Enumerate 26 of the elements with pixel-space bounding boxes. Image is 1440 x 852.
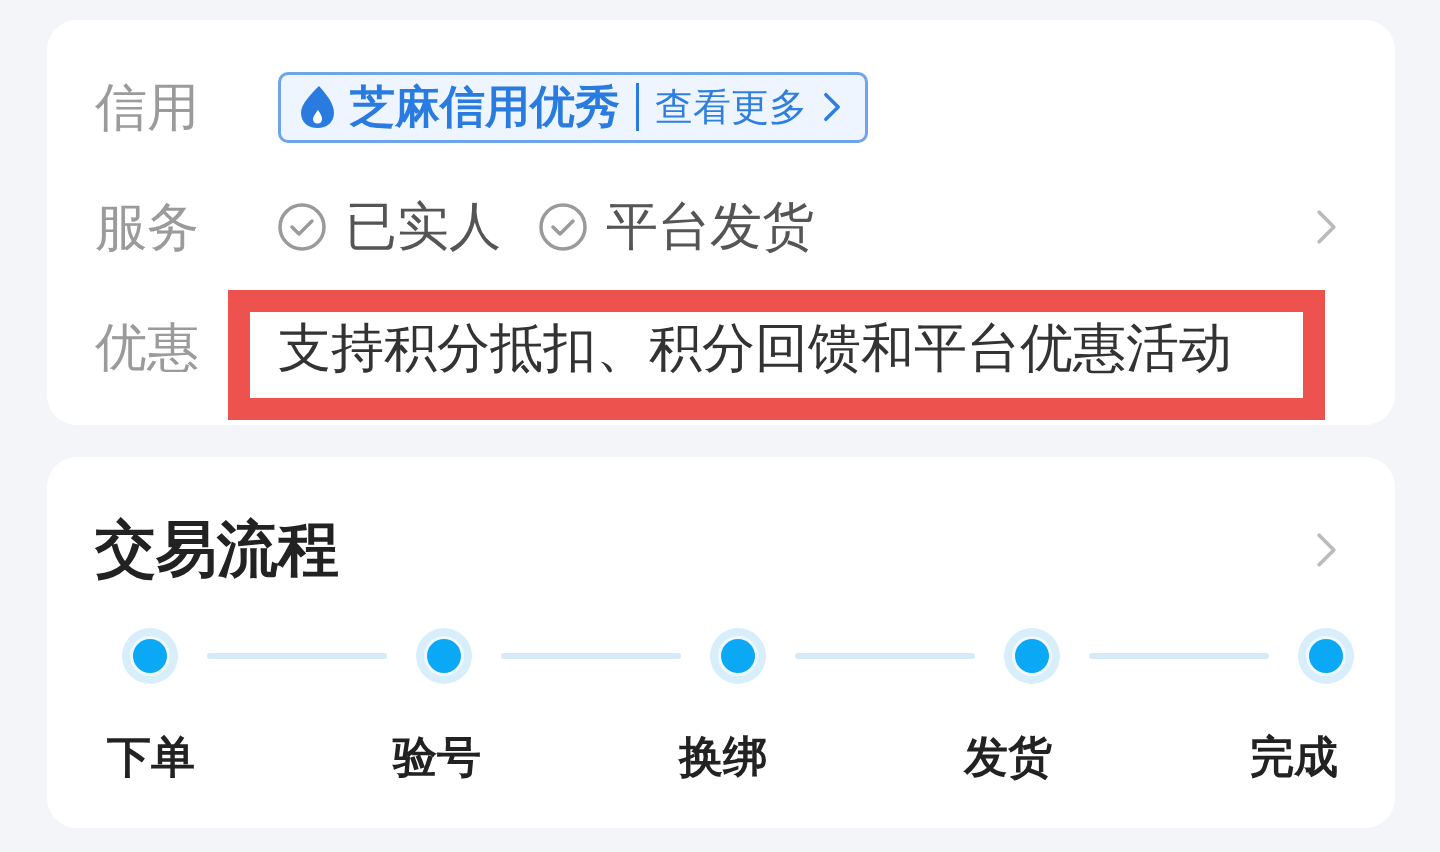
check-circle-icon — [539, 203, 587, 251]
step-dot-icon — [1298, 628, 1354, 684]
view-more-link[interactable]: 查看更多 — [655, 81, 841, 133]
row-label: 服务 — [95, 197, 200, 258]
step-dot-icon — [122, 628, 178, 684]
step-label: 发货 — [964, 733, 1053, 781]
step-label: 下单 — [107, 733, 195, 781]
check-circle-icon — [278, 203, 326, 251]
chevron-right-icon[interactable] — [1316, 532, 1337, 568]
step-label: 换绑 — [678, 733, 767, 781]
step-label: 验号 — [392, 733, 481, 781]
step-label: 完成 — [1250, 733, 1338, 781]
section-title: 交易流程 — [95, 514, 339, 585]
service-tag: 平台发货 — [606, 192, 814, 262]
chevron-right-icon[interactable] — [823, 92, 841, 122]
drop-icon — [301, 86, 334, 128]
service-tag: 已实人 — [345, 192, 501, 262]
row-label: 优惠 — [95, 317, 200, 378]
discount-text: 支持积分抵扣、积分回馈和平台优惠活动 — [278, 317, 1233, 379]
step-dot-icon — [710, 628, 766, 684]
step-dot-icon — [416, 628, 472, 684]
row-label: 信用 — [95, 77, 200, 138]
credit-rating-text: 芝麻信用优秀 — [350, 80, 620, 134]
chevron-right-icon[interactable] — [1316, 209, 1337, 245]
credit-badge[interactable]: 芝麻信用优秀 查看更多 — [278, 71, 868, 143]
step-dot-icon — [1004, 628, 1060, 684]
